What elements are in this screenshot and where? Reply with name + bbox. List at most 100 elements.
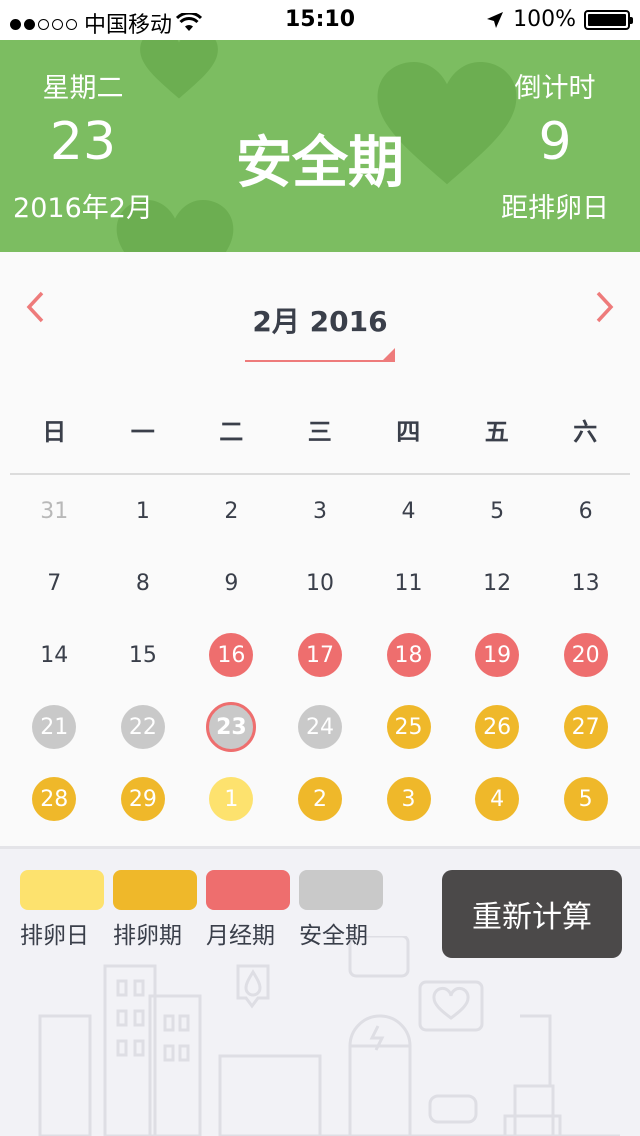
header-year-month: 2016年2月 [13,193,153,224]
city-illustration-icon [38,936,620,1136]
legend-label: 排卵期 [113,923,182,949]
day-cell[interactable]: 3 [276,489,365,533]
day-number: 19 [475,633,520,677]
header-phase-title: 安全期 [236,131,404,196]
cycle-header: 星期二 23 2016年2月 安全期 倒计时 9 距排卵日 [0,40,640,252]
month-underline [245,348,395,362]
legend-ovulation-day: 排卵日 [20,870,104,950]
day-number: 7 [47,570,62,596]
day-number: 4 [475,777,520,821]
day-cell[interactable]: 19 [453,633,542,677]
day-cell[interactable]: 21 [10,705,99,749]
day-cell[interactable]: 26 [453,705,542,749]
day-number: 18 [386,633,431,677]
day-cell[interactable]: 8 [99,561,188,605]
day-number: 13 [571,570,600,596]
weekday-header: 日 一 二 三 四 五 六 [10,412,630,447]
location-arrow-icon [487,11,504,28]
day-number: 11 [394,570,423,596]
week-row: 7 8 9 10 11 12 13 [10,547,630,619]
day-number: 29 [120,777,165,821]
day-cell[interactable]: 20 [541,633,630,677]
legend-label: 排卵日 [20,923,89,949]
day-cell[interactable]: 17 [276,633,365,677]
bottom-panel: 排卵日 排卵期 月经期 安全期 重新计算 [0,846,640,1136]
day-cell[interactable]: 29 [99,777,188,821]
day-cell[interactable]: 16 [187,633,276,677]
weekday-label: 一 [130,418,155,446]
legend-ovulation-period: 排卵期 [113,870,197,950]
day-cell[interactable]: 2 [187,489,276,533]
legend-swatch [206,870,290,910]
day-cell[interactable]: 5 [453,489,542,533]
day-cell[interactable]: 1 [99,489,188,533]
status-bar: 中国移动 15:10 100% [0,0,640,40]
day-number: 10 [305,570,334,596]
day-number: 5 [563,777,608,821]
day-number: 17 [297,633,342,677]
day-number: 2 [297,777,342,821]
weekday-label: 日 [42,418,67,446]
day-cell[interactable]: 13 [541,561,630,605]
day-number: 16 [209,633,254,677]
day-cell[interactable]: 28 [10,777,99,821]
day-number: 27 [563,705,608,749]
day-number: 8 [135,570,150,596]
day-cell[interactable]: 22 [99,705,188,749]
panel-divider [0,846,640,849]
recalculate-button[interactable]: 重新计算 [442,870,622,958]
day-number: 1 [209,777,254,821]
day-cell[interactable]: 9 [187,561,276,605]
calendar: 2月 2016 日 一 二 三 四 五 六 31 1 2 3 4 5 6 7 8… [0,252,640,846]
day-number: 1 [135,498,150,524]
day-cell[interactable]: 11 [364,561,453,605]
day-grid: 31 1 2 3 4 5 6 7 8 9 10 11 12 13 14 15 1… [10,475,630,835]
legend-swatch [299,870,383,910]
header-weekday: 星期二 [42,73,124,104]
day-cell[interactable]: 18 [364,633,453,677]
day-cell[interactable]: 1 [187,777,276,821]
weekday-label: 五 [484,418,509,446]
day-cell[interactable]: 3 [364,777,453,821]
weekday-label: 三 [307,418,332,446]
day-cell[interactable]: 14 [10,633,99,677]
legend-label: 安全期 [299,923,368,949]
day-number: 5 [490,498,505,524]
day-number: 6 [578,498,593,524]
week-row: 28 29 1 2 3 4 5 [10,763,630,835]
day-number: 3 [386,777,431,821]
day-number: 26 [475,705,520,749]
day-cell[interactable]: 6 [541,489,630,533]
week-row: 14 15 16 17 18 19 20 [10,619,630,691]
day-number: 2 [224,498,239,524]
legend-swatch [20,870,104,910]
day-cell[interactable]: 27 [541,705,630,749]
day-cell[interactable]: 4 [453,777,542,821]
day-number: 21 [32,705,77,749]
day-cell[interactable]: 25 [364,705,453,749]
battery-icon [584,9,633,30]
day-cell[interactable]: 7 [10,561,99,605]
header-day: 23 [49,112,117,172]
day-cell[interactable]: 2 [276,777,365,821]
day-number: 12 [483,570,512,596]
legend-label: 月经期 [206,923,275,949]
day-cell[interactable]: 24 [276,705,365,749]
day-cell[interactable]: 12 [453,561,542,605]
day-cell[interactable]: 4 [364,489,453,533]
day-number: 14 [40,642,69,668]
day-number: 22 [120,705,165,749]
countdown-sub-label: 距排卵日 [501,193,609,224]
day-cell-today[interactable]: 23 [187,702,276,752]
legend-menstrual-period: 月经期 [206,870,290,950]
month-title[interactable]: 2月 2016 [0,300,640,340]
day-cell[interactable]: 15 [99,633,188,677]
day-number: 3 [312,498,327,524]
day-cell[interactable]: 31 [10,489,99,533]
day-cell[interactable]: 5 [541,777,630,821]
week-row: 21 22 23 24 25 26 27 [10,691,630,763]
legend-swatch [113,870,197,910]
day-cell[interactable]: 10 [276,561,365,605]
weekday-label: 四 [396,418,421,446]
day-number: 24 [297,705,342,749]
